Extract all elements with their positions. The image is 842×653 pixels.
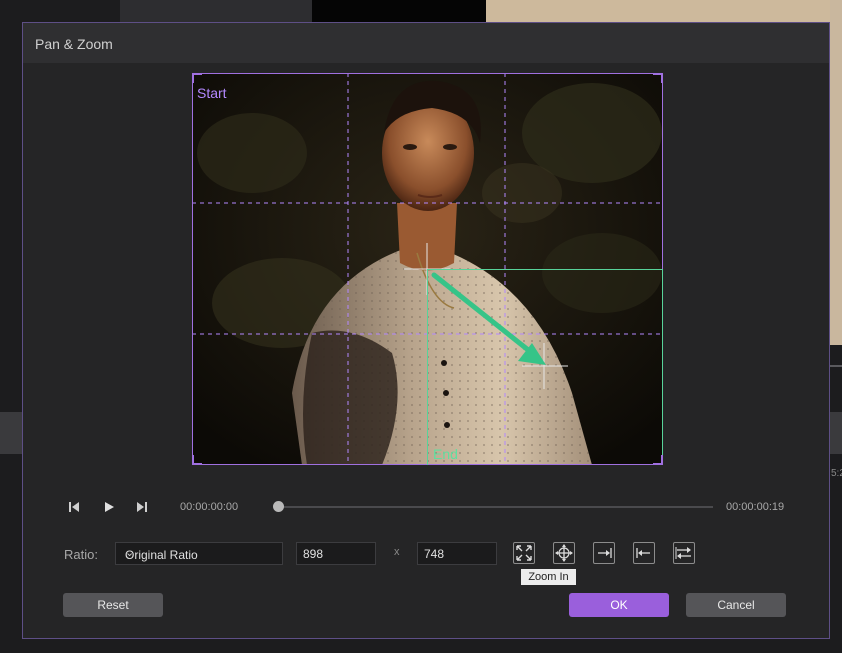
play-button[interactable] [102,500,116,517]
background-timeline-strip-right [830,412,842,454]
height-input[interactable] [417,542,497,565]
preview-canvas[interactable]: Start End [192,73,663,465]
zoom-in-tooltip: Zoom In [521,569,576,585]
background-preview-photo [486,0,842,22]
swap-button[interactable] [673,542,695,564]
start-frame-label: Start [197,85,227,101]
next-frame-button[interactable] [135,500,149,517]
play-icon [105,502,114,512]
move-icon [555,544,573,562]
zoom-in-icon [516,545,532,561]
pan-zoom-dialog: Pan & Zoom Start End 00:00:00:00 00:00:0… [22,22,830,639]
end-frame-label: End [433,446,458,462]
chevron-down-icon: ⌄ [125,547,135,559]
start-frame-handle-top-left[interactable] [192,73,202,83]
skip-forward-icon [137,502,147,512]
end-time: 00:00:00:19 [726,501,785,513]
end-frame[interactable] [427,269,663,465]
dialog-title: Pan & Zoom [35,36,113,52]
cancel-button[interactable]: Cancel [686,593,786,617]
arrow-left-icon [636,548,650,558]
background-ruler-label: 5:2 [831,468,842,479]
pan-button[interactable] [553,542,575,564]
zoom-in-button[interactable] [513,542,535,564]
background-timeline-strip-left [0,412,23,454]
background-panel [120,0,312,22]
background-preview-black [312,0,486,22]
pan-right-button[interactable] [593,542,615,564]
start-frame-handle-bottom-left[interactable] [192,455,202,465]
ok-button[interactable]: OK [569,593,669,617]
swap-icon [675,547,691,559]
ratio-label: Ratio: [64,547,98,562]
start-frame-handle-bottom-right[interactable] [653,455,663,465]
dimension-separator: x [394,546,400,558]
skip-back-icon [69,502,79,512]
previous-frame-button[interactable] [67,500,81,517]
width-input[interactable] [296,542,376,565]
dialog-titlebar[interactable]: Pan & Zoom [23,23,829,63]
pan-left-button[interactable] [633,542,655,564]
ratio-select[interactable]: Original Ratio ⌄ [115,542,283,565]
timeline-playhead[interactable] [273,501,284,512]
timeline-track[interactable] [278,506,713,508]
reset-button[interactable]: Reset [63,593,163,617]
arrow-right-icon [598,548,612,558]
background-preview-photo-edge [830,0,842,345]
background-divider [830,365,842,367]
current-time: 00:00:00:00 [180,501,239,513]
start-frame-handle-top-right[interactable] [653,73,663,83]
